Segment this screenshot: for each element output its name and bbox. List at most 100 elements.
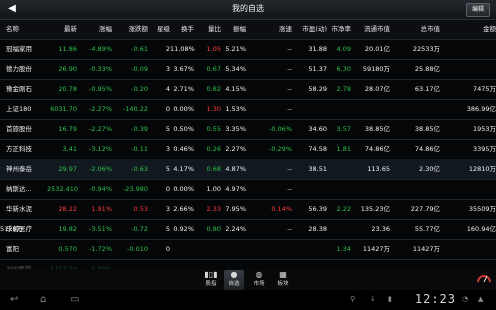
stock-name: 方正科技 [6, 145, 32, 153]
table-cell [293, 179, 327, 199]
table-cell: -0.20 [131, 85, 148, 93]
table-cell: 2 [165, 45, 170, 53]
table-cell: 4.87% [225, 165, 246, 173]
table-row[interactable]: 上证180 6031.70 -2.27% -140.22 0 0.00% 1.30 1.53%… [0, 99, 496, 120]
recent-apps-icon[interactable]: ▭ [70, 293, 79, 307]
table-cell: 3.35% [225, 125, 246, 133]
table-cell: 4.17% [173, 165, 194, 173]
table-cell: 0 [165, 245, 170, 253]
table-cell [327, 99, 351, 119]
table-row[interactable]: 纳斯达... 2532.410 -0.94% -23.980 0 0.00% 1.00 4.9… [0, 179, 496, 200]
table-cell: 3.41 [62, 145, 77, 153]
bar-chart-icon: ▮▯▮ [204, 270, 218, 279]
table-cell: -0.29% [269, 145, 292, 153]
column-header[interactable]: 振幅 [222, 20, 246, 39]
stock-name: 德力股份 [6, 65, 32, 73]
table-cell: 59180万 [362, 65, 390, 73]
table-cell: 2.24% [225, 225, 246, 233]
edit-button[interactable]: 编辑 [466, 3, 490, 17]
table-cell: 31.88 [308, 45, 327, 53]
stock-name: 首旅股份 [6, 125, 32, 133]
table-cell: 0.00% [173, 185, 194, 193]
table-header-row: 名称 最新 涨幅 涨跌额 星级 换手 量比 振幅 涨速 市盈(动) 市净率 流通市值 总市值 金额 [0, 20, 496, 40]
table-cell: 20.78 [58, 85, 77, 93]
table-cell: 38.51 [308, 165, 327, 173]
table-cell: -0.72 [131, 225, 148, 233]
speedometer-icon[interactable] [476, 269, 492, 283]
table-cell [446, 59, 496, 79]
table-cell: 1.05 [206, 45, 221, 53]
table-cell: 2.71% [173, 85, 194, 93]
table-cell [392, 179, 440, 199]
table-cell: -2.27% [89, 105, 112, 113]
column-header[interactable]: 市净率 [327, 20, 352, 39]
column-header[interactable]: 市盈(动) [293, 20, 327, 39]
tab-market[interactable]: ◍ 市场 [249, 270, 269, 290]
table-cell: 34.60 [308, 125, 327, 133]
table-cell [222, 239, 246, 259]
table-cell: 3 [165, 145, 170, 153]
table-cell: 2.27% [225, 145, 246, 153]
column-header[interactable]: 金额 [446, 20, 496, 39]
column-header[interactable]: 涨速 [262, 20, 292, 39]
column-header[interactable]: 最新 [47, 20, 77, 39]
table-cell: 26.90 [58, 65, 77, 73]
table-cell: 160.94亿 [466, 225, 496, 233]
column-header[interactable]: 流通市值 [352, 20, 390, 39]
tab-index[interactable]: ▮▯▮ 股指 [201, 270, 221, 290]
home-icon[interactable]: ⌂ [40, 293, 46, 307]
table-cell: -3.51% [89, 225, 112, 233]
back-icon[interactable]: ↩ [10, 293, 18, 307]
table-cell: 20.01亿 [364, 45, 390, 53]
column-header[interactable]: 星级 [152, 20, 170, 39]
stock-name: 富阳 [6, 245, 19, 253]
column-header[interactable]: 涨跌额 [114, 20, 149, 39]
table-cell: 63.17亿 [414, 85, 440, 93]
stock-name: 冠福家用 [6, 45, 32, 53]
table-cell: 3.67% [173, 65, 194, 73]
table-row[interactable]: 方正科技 3.41 -3.12% -0.11 3 0.46% 0.26 2.27% -0.29%… [0, 139, 496, 160]
table-row[interactable]: 神州泰岳 29.97 -2.06% -0.63 5 4.17% 0.68 4.87% -- 38.… [0, 159, 496, 180]
tab-sectors[interactable]: ▦ 板块 [273, 270, 293, 290]
table-row[interactable]: 富阳 0.570 -1.72% -0.010 0 1.34 11427万 11427万 [0, 239, 496, 260]
table-row[interactable]: 冠福家用 11.86 -4.89% -0.61 2 11.08% 1.05 5.21% -- 31… [0, 39, 496, 60]
user-icon: ● [230, 270, 238, 279]
table-cell: 56.39 [308, 205, 327, 213]
column-header[interactable]: 总市值 [392, 20, 441, 39]
table-row[interactable]: 首旅股份 16.79 -2.27% -0.39 5 0.50% 0.55 3.35% -0.06… [0, 119, 496, 140]
table-cell: 55.77亿 [414, 225, 440, 233]
tab-watchlist[interactable]: ● 自选 [224, 270, 244, 290]
table-cell: 5 [165, 125, 170, 133]
column-header[interactable]: 涨幅 [82, 20, 112, 39]
column-header[interactable]: 换手 [170, 20, 194, 39]
table-cell: 5 [165, 225, 170, 233]
table-cell [327, 219, 351, 239]
table-row[interactable]: 德力股份 26.90 -0.33% -0.09 3 3.67% 0.67 5.34% -- 51.… [0, 59, 496, 80]
table-cell: 3395万 [472, 145, 496, 153]
table-cell: 74.86亿 [364, 145, 390, 153]
table-cell: 38.85亿 [364, 125, 390, 133]
table-cell: 1.53% [225, 105, 246, 113]
table-cell: -- [287, 225, 292, 233]
table-cell [262, 239, 292, 259]
stock-name: 豫金刚石 [6, 85, 32, 93]
table-cell: 2.22 [336, 205, 351, 213]
table-cell: 0 [165, 185, 170, 193]
table-row[interactable]: 豫金刚石 20.78 -0.95% -0.20 4 2.71% 0.82 4.15% -- 58.… [0, 79, 496, 100]
table-cell: 0 [165, 105, 170, 113]
table-cell: -- [287, 65, 292, 73]
table-cell: -0.95% [89, 85, 112, 93]
table-cell: 74.58 [308, 145, 327, 153]
table-cell [352, 99, 390, 119]
table-cell: 5.21% [225, 45, 246, 53]
table-cell: 2.33 [206, 205, 221, 213]
table-row[interactable]: 华新水泥 28.22 1.91% 0.53 3 2.66% 2.33 7.95% 0.14% 56… [0, 199, 496, 220]
column-header[interactable]: 名称 [6, 20, 19, 39]
table-cell: 29.97 [58, 165, 77, 173]
table-row[interactable]: 乐普医疗 19.82 -3.51% -0.72 5 0.92% 0.80 2.24% -- 28.… [0, 219, 496, 240]
battery-icon: ▮ [388, 295, 392, 303]
globe-icon: ◍ [255, 270, 263, 279]
table-cell: 3 [165, 205, 170, 213]
table-cell: 16.79 [58, 125, 77, 133]
column-header[interactable]: 量比 [199, 20, 221, 39]
